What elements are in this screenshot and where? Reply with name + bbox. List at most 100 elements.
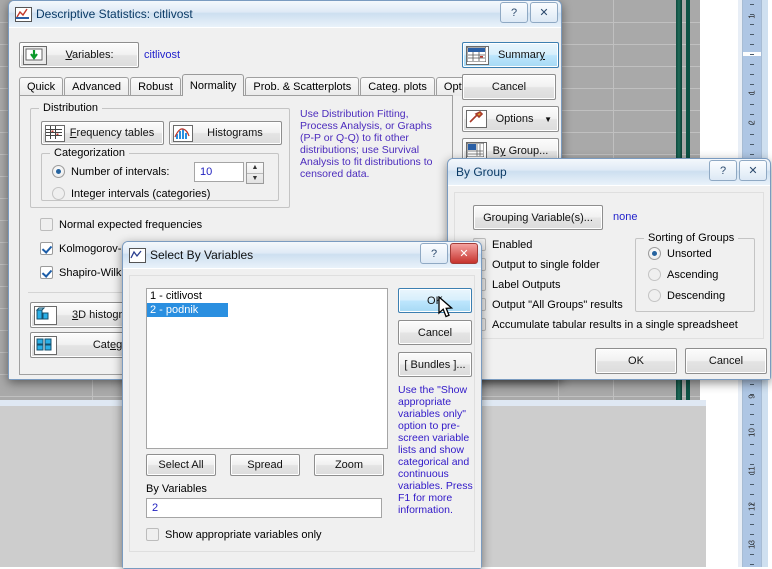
by-variables-label: By Variables (146, 483, 207, 495)
select-all-button[interactable]: Select All (146, 454, 216, 476)
list-item[interactable]: 2 - podnik (147, 303, 228, 317)
tab-normality[interactable]: Normality (181, 74, 245, 96)
by-group-dialog[interactable]: By Group ? ✕ Grouping Variable(s)... non… (447, 158, 771, 380)
histograms-button[interactable]: Histograms (169, 121, 282, 145)
ruler-number: 11 (747, 466, 757, 475)
ruler-tick (750, 494, 754, 495)
number-of-intervals-radio[interactable] (52, 165, 65, 178)
sorting-unsorted-option[interactable]: Unsorted (648, 247, 712, 260)
frequency-tables-button[interactable]: Frequency tables (41, 121, 164, 145)
grouping-variables-button[interactable]: Grouping Variable(s)... (473, 205, 603, 230)
ruler-tick (750, 34, 754, 35)
ruler-tick (750, 134, 754, 135)
distribution-caption: Distribution (39, 102, 103, 114)
select-cancel-button[interactable]: Cancel (398, 320, 472, 345)
ruler-tick (750, 534, 754, 535)
tab-quick[interactable]: Quick (19, 77, 64, 96)
close-button[interactable]: ✕ (739, 160, 767, 181)
tab-prob-scatterplots[interactable]: Prob. & Scatterplots (245, 77, 360, 96)
cancel-button[interactable]: Cancel (462, 74, 556, 100)
spinner-down-arrow[interactable]: ▼ (247, 174, 263, 184)
list-item[interactable]: 1 - citlivost (147, 289, 387, 303)
frequency-tables-label: Frequency tables (69, 127, 155, 139)
main-dialog-titlebar[interactable]: Descriptive Statistics: citlivost ? ✕ (9, 1, 561, 27)
help-button[interactable]: ? (709, 160, 737, 181)
number-of-intervals-input[interactable]: 10 (194, 162, 244, 182)
show-appropriate-label: Show appropriate variables only (165, 528, 322, 541)
help-button[interactable]: ? (420, 243, 448, 264)
variables-value[interactable]: citlivost (144, 49, 180, 61)
tab-advanced-label: Advanced (72, 81, 122, 93)
histograms-label: Histograms (207, 127, 263, 139)
ruler-tick (750, 44, 754, 45)
ruler-tick (750, 484, 754, 485)
tab-advanced[interactable]: Advanced (64, 77, 130, 96)
ruler-tick (750, 104, 754, 105)
zoom-button[interactable]: Zoom (314, 454, 384, 476)
tab-strip[interactable]: Quick Advanced Robust Normality Prob. & … (19, 74, 491, 96)
kolmogorov-smirnov-checkbox[interactable] (40, 242, 53, 255)
variables-button[interactable]: Variables: (19, 42, 139, 68)
ascending-label: Ascending (667, 268, 719, 281)
sorting-descending-option[interactable]: Descending (648, 289, 725, 302)
sorting-of-groups-groupbox: Sorting of Groups Unsorted Ascending Des… (635, 232, 755, 312)
by-group-ok-button[interactable]: OK (595, 348, 677, 374)
ruler-tick (750, 154, 754, 155)
unsorted-radio[interactable] (648, 247, 661, 260)
tab-robust-label: Robust (138, 81, 173, 93)
accumulate-results-option[interactable]: Accumulate tabular results in a single s… (473, 318, 738, 331)
by-group-cancel-button[interactable]: Cancel (685, 348, 767, 374)
select-dialog-title: Select By Variables (150, 248, 254, 262)
output-all-groups-option[interactable]: Output "All Groups" results (473, 298, 623, 311)
show-appropriate-option[interactable]: Show appropriate variables only (146, 528, 322, 541)
bundles-button[interactable]: [ Bundles ]... (398, 352, 472, 377)
number-of-intervals-option[interactable]: Number of intervals: (52, 165, 169, 178)
ruler-tick (750, 384, 754, 385)
tab-categ-plots[interactable]: Categ. plots (360, 77, 435, 96)
output-all-groups-label: Output "All Groups" results (492, 298, 623, 311)
spread-button[interactable]: Spread (230, 454, 300, 476)
ruler-number: 9 (747, 394, 757, 399)
ruler-tick (750, 74, 754, 75)
integer-intervals-radio[interactable] (52, 187, 65, 200)
close-button[interactable]: ✕ (450, 243, 478, 264)
categorized-histogram-icon (34, 335, 57, 355)
normal-expected-frequencies-option[interactable]: Normal expected frequencies (40, 218, 202, 231)
spinner-up-arrow[interactable]: ▲ (247, 163, 263, 174)
output-single-folder-option[interactable]: Output to single folder (473, 258, 600, 271)
ruler-number: 10 (747, 428, 757, 437)
main-dialog-titlebar-buttons: ? ✕ (500, 2, 558, 23)
tab-robust[interactable]: Robust (130, 77, 181, 96)
ruler-tick (750, 554, 754, 555)
grouping-variables-value[interactable]: none (613, 211, 637, 223)
help-button[interactable]: ? (500, 2, 528, 23)
select-by-variables-dialog[interactable]: Select By Variables ? ✕ 1 - citlivost 2 … (122, 241, 482, 569)
distribution-side-note: Use Distribution Fitting, Process Analys… (300, 108, 433, 180)
by-group-titlebar[interactable]: By Group ? ✕ (448, 159, 770, 185)
normal-expected-frequencies-label: Normal expected frequencies (59, 218, 203, 231)
ascending-radio[interactable] (648, 268, 661, 281)
variable-listbox[interactable]: 1 - citlivost 2 - podnik (146, 288, 388, 449)
tab-quick-label: Quick (27, 81, 56, 93)
descending-radio[interactable] (648, 289, 661, 302)
label-outputs-option[interactable]: Label Outputs (473, 278, 561, 291)
select-ok-button[interactable]: OK (398, 288, 472, 313)
options-button-label: Options (495, 113, 534, 125)
number-of-intervals-spinner[interactable]: ▲ ▼ (246, 162, 264, 184)
frequency-table-icon (45, 124, 65, 142)
by-variables-input[interactable]: 2 (146, 498, 382, 518)
options-button[interactable]: Options ▼ (462, 106, 559, 132)
ruler-number: 2 (747, 120, 757, 125)
summary-icon (466, 45, 489, 65)
label-outputs-label: Label Outputs (492, 278, 561, 291)
close-button[interactable]: ✕ (530, 2, 558, 23)
shapiro-wilk-checkbox[interactable] (40, 266, 53, 279)
normal-expected-frequencies-checkbox[interactable] (40, 218, 53, 231)
select-dialog-titlebar[interactable]: Select By Variables ? ✕ (123, 242, 481, 268)
summary-button[interactable]: Summary (462, 42, 559, 68)
variables-button-label: Variables: (65, 49, 114, 61)
show-appropriate-checkbox[interactable] (146, 528, 159, 541)
sorting-ascending-option[interactable]: Ascending (648, 268, 718, 281)
tab-prob-scatterplots-label: Prob. & Scatterplots (253, 81, 352, 93)
integer-intervals-option[interactable]: Integer intervals (categories) (52, 187, 210, 200)
